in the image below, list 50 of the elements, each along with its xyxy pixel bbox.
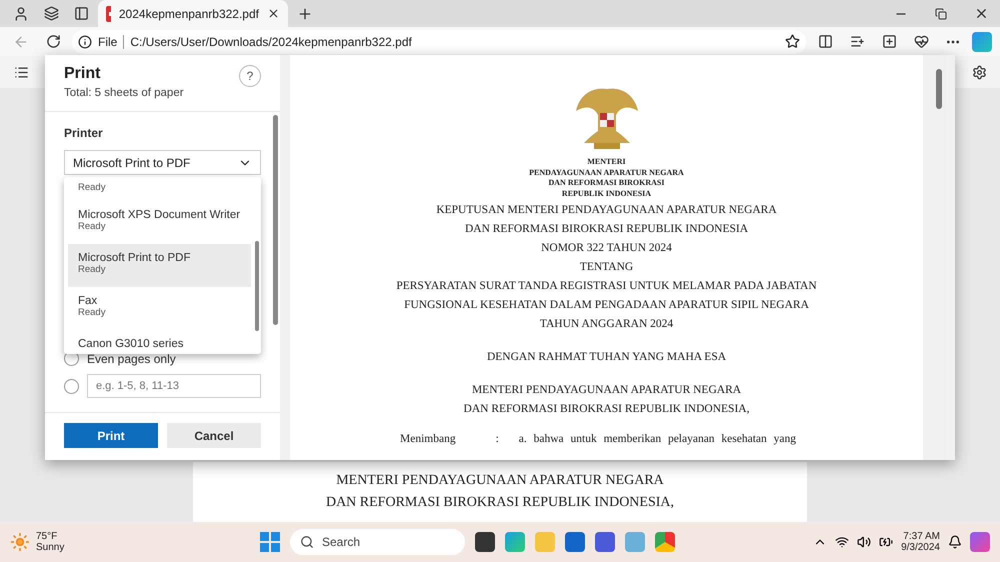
temperature: 75°F: [36, 531, 58, 542]
option-label: Even pages only: [87, 352, 176, 366]
scrollbar-thumb[interactable]: [273, 115, 278, 325]
document-text: FUNGSIONAL KESEHATAN DALAM PENGADAAN APARATUR SIPIL NEGARA: [404, 298, 809, 313]
start-icon[interactable]: [260, 532, 280, 552]
document-text: TAHUN ANGGARAN 2024: [540, 317, 674, 332]
weather-condition: Sunny: [36, 542, 64, 553]
help-button[interactable]: ?: [239, 65, 261, 87]
document-text: DAN REFORMASI BIROKRASI REPUBLIK INDONESIA,: [464, 402, 750, 417]
pdf-file-icon: [106, 6, 111, 22]
letterhead-text: PENDAYAGUNAAN APARATUR NEGARA: [529, 168, 684, 178]
url-text: C:/Users/User/Downloads/2024kepmenpanrb322.pdf: [130, 34, 413, 48]
scheme-label: File: [98, 34, 118, 48]
document-text: KEPUTUSAN MENTERI PENDAYAGUNAAN APARATUR NEGARA: [436, 203, 777, 218]
document-text: DAN REFORMASI BIROKRASI REPUBLIK INDONESIA,: [326, 495, 674, 511]
info-icon: [78, 34, 92, 48]
clock-date[interactable]: 9/3/2024: [901, 542, 940, 553]
scrollbar-thumb[interactable]: [255, 241, 259, 331]
search-icon: [300, 535, 314, 549]
battery-icon[interactable]: [879, 535, 894, 549]
wifi-icon[interactable]: [835, 535, 850, 549]
document-text: a. bahwa untuk memberikan pelayanan kesehatan yang: [518, 433, 796, 445]
document-text: DAN REFORMASI BIROKRASI REPUBLIK INDONESIA: [464, 222, 748, 237]
clock-time[interactable]: 7:37 AM: [903, 531, 940, 542]
letterhead-text: DAN REFORMASI BIROKRASI: [548, 178, 664, 188]
document-text: DENGAN RAHMAT TUHAN YANG MAHA ESA: [486, 350, 726, 365]
volume-icon[interactable]: [857, 535, 872, 549]
address-field[interactable]: File C:/Users/User/Downloads/2024kepmenpanrb322.pdf: [72, 30, 806, 54]
printer-label: Printer: [64, 126, 104, 140]
document-text: :: [496, 433, 499, 445]
document-text: Menimbang: [400, 433, 456, 445]
letterhead-text: REPUBLIK INDONESIA: [562, 188, 652, 199]
document-text: NOMOR 322 TAHUN 2024: [541, 241, 672, 256]
printer-select[interactable]: Microsoft Print to PDF: [64, 150, 261, 175]
taskbar-search-field[interactable]: Search: [290, 529, 465, 555]
cancel-button[interactable]: Cancel: [167, 423, 261, 448]
document-text: MENTERI PENDAYAGUNAAN APARATUR NEGARA: [472, 383, 742, 398]
page-range-field[interactable]: e.g. 1-5, 8, 11-13: [87, 374, 261, 398]
browser-tab[interactable]: 2024kepmenpanrb322.pdf: [98, 0, 288, 27]
document-text: TENTANG: [580, 260, 634, 275]
radio-button[interactable]: [64, 378, 79, 394]
dialog-title: Print: [64, 65, 102, 83]
notification-icon[interactable]: [948, 535, 962, 549]
favorite-star-icon[interactable]: [785, 34, 800, 49]
document-text: MENTERI PENDAYAGUNAAN APARATUR NEGARA: [336, 473, 664, 489]
document-text: PERSYARATAN SURAT TANDA REGISTRASI UNTUK MELAMAR PADA JABATAN: [396, 279, 817, 294]
sheet-count: Total: 5 sheets of paper: [64, 87, 184, 99]
letterhead-text: MENTERI: [587, 157, 626, 168]
print-button[interactable]: Print: [64, 423, 158, 448]
printer-option[interactable]: Microsoft Print to PDF Ready: [68, 244, 251, 287]
